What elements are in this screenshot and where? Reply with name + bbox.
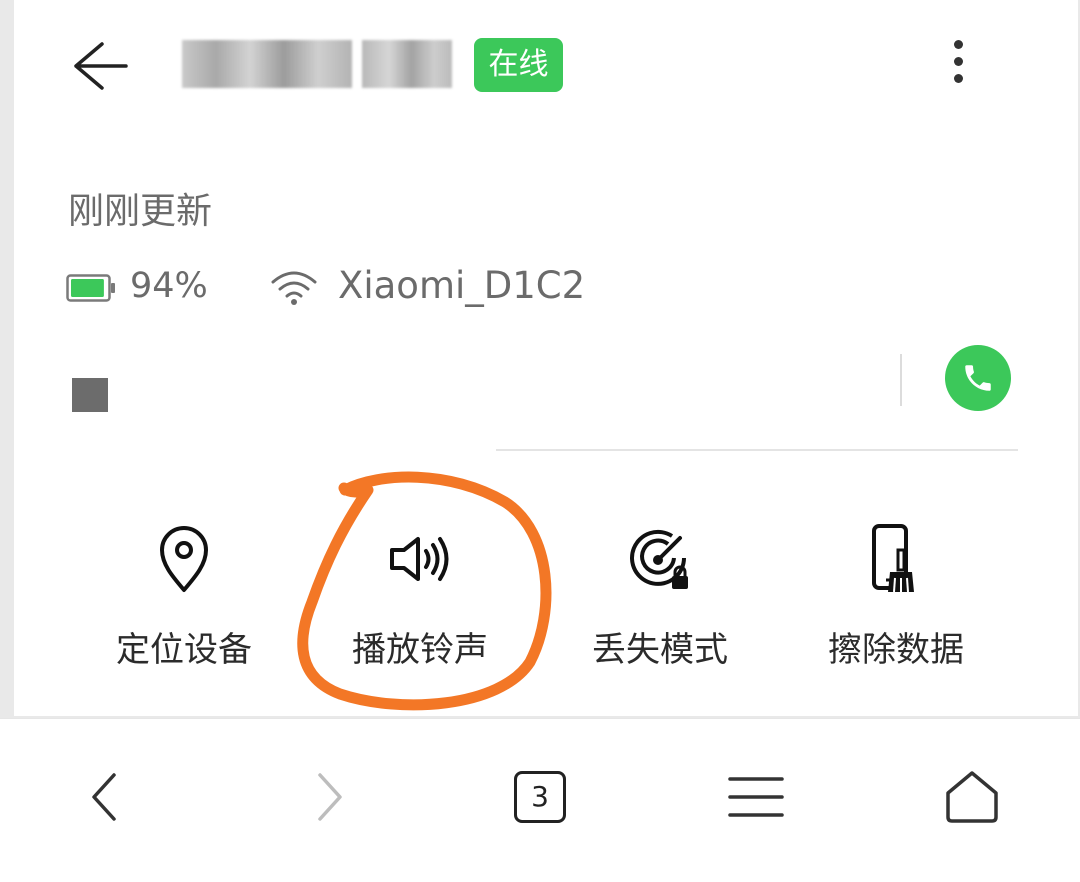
nav-forward-button[interactable] — [288, 757, 368, 837]
divider — [496, 449, 1018, 451]
chevron-left-icon — [92, 773, 116, 821]
divider — [900, 354, 902, 406]
phone-broom-icon — [872, 524, 914, 593]
back-arrow-icon[interactable] — [70, 36, 130, 96]
action-label: 擦除数据 — [828, 630, 964, 670]
updated-text: 刚刚更新 — [68, 191, 213, 232]
call-button[interactable] — [945, 345, 1011, 411]
home-button[interactable] — [932, 757, 1012, 837]
square-icon — [72, 378, 108, 412]
lost-mode-button[interactable]: 丢失模式 — [540, 520, 780, 671]
radar-lock-icon — [630, 529, 688, 589]
action-label: 丢失模式 — [592, 630, 728, 670]
tabs-button[interactable]: 3 — [500, 757, 580, 837]
blurred-name-part — [362, 40, 452, 88]
status-badge: 在线 — [474, 38, 563, 92]
location-pin-icon — [160, 526, 208, 592]
action-label: 定位设备 — [116, 630, 252, 670]
locate-device-button[interactable]: 定位设备 — [64, 520, 304, 671]
nav-back-button[interactable] — [66, 757, 146, 837]
speaker-icon — [390, 537, 449, 581]
chevron-right-icon — [318, 773, 342, 821]
erase-data-button[interactable]: 擦除数据 — [776, 520, 1016, 671]
home-icon — [946, 771, 998, 823]
play-ringtone-button[interactable]: 播放铃声 — [300, 520, 540, 671]
hamburger-menu-icon — [728, 777, 784, 817]
device-name-blurred — [182, 38, 454, 90]
battery-percent: 94% — [130, 266, 208, 306]
action-label: 播放铃声 — [352, 630, 488, 670]
bottom-navigation-bar: 3 — [0, 718, 1080, 882]
blurred-name-part — [182, 40, 352, 88]
phone-icon — [965, 365, 991, 391]
more-options-icon[interactable] — [944, 40, 972, 92]
wifi-icon — [271, 271, 317, 305]
tab-count: 3 — [514, 771, 566, 823]
wifi-name: Xiaomi_D1C2 — [338, 264, 586, 307]
battery-icon — [66, 274, 115, 302]
menu-button[interactable] — [716, 757, 796, 837]
